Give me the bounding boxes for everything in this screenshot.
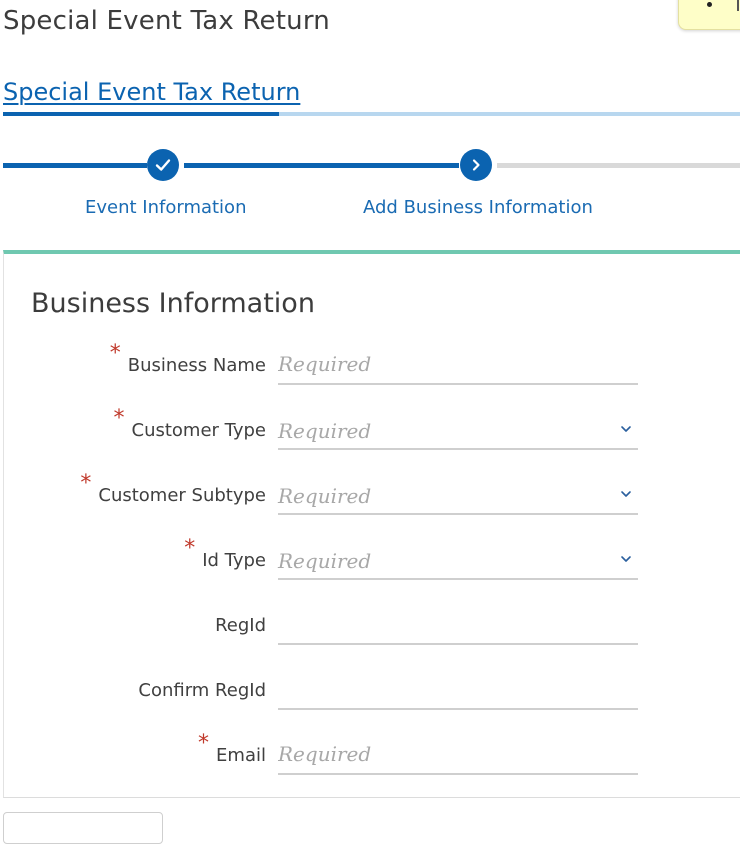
- business-name-input[interactable]: [278, 345, 638, 385]
- chevron-down-icon: [621, 426, 631, 432]
- footer-button[interactable]: [3, 812, 163, 844]
- required-marker: *: [184, 536, 196, 561]
- business-name-row: * Business Name: [0, 341, 740, 399]
- step-2-circle[interactable]: [460, 149, 492, 181]
- text-cursor-icon: [737, 0, 739, 11]
- required-marker: *: [80, 471, 92, 496]
- step-progress-line-pending: [497, 163, 740, 168]
- page-title: Special Event Tax Return: [3, 6, 330, 36]
- id-type-row: * Id Type Required: [0, 536, 740, 594]
- step-1-label[interactable]: Event Information: [85, 197, 246, 218]
- help-popup[interactable]: [678, 0, 740, 30]
- business-name-label: * Business Name: [109, 341, 266, 376]
- customer-type-placeholder: Required: [278, 419, 372, 443]
- customer-type-label: * Customer Type: [113, 406, 267, 441]
- bullet-icon: [707, 2, 712, 7]
- check-icon: [155, 159, 171, 171]
- chevron-down-icon: [621, 491, 631, 497]
- chevron-down-icon: [621, 556, 631, 562]
- confirm-regid-row: Confirm RegId: [0, 670, 740, 724]
- confirm-regid-input[interactable]: [278, 670, 638, 710]
- email-label: * Email: [198, 731, 266, 766]
- email-input[interactable]: [278, 735, 638, 775]
- customer-subtype-select[interactable]: Required: [278, 475, 638, 515]
- required-marker: *: [113, 406, 125, 431]
- email-row: * Email: [0, 731, 740, 789]
- required-marker: *: [109, 341, 121, 366]
- id-type-select[interactable]: Required: [278, 540, 638, 580]
- subnav-tab-special-event-tax-return[interactable]: Special Event Tax Return: [3, 78, 300, 106]
- subnav-active-indicator: [3, 112, 279, 116]
- regid-row: RegId: [0, 605, 740, 659]
- step-2-label[interactable]: Add Business Information: [363, 197, 593, 218]
- step-progress-line-current: [184, 163, 459, 168]
- regid-input[interactable]: [278, 605, 638, 645]
- id-type-label: * Id Type: [184, 536, 266, 571]
- customer-type-row: * Customer Type Required: [0, 406, 740, 464]
- customer-type-select[interactable]: Required: [278, 410, 638, 450]
- confirm-regid-label: Confirm RegId: [138, 680, 266, 701]
- section-title: Business Information: [31, 288, 315, 319]
- chevron-right-icon: [472, 159, 480, 171]
- customer-subtype-row: * Customer Subtype Required: [0, 471, 740, 529]
- required-marker: *: [198, 731, 210, 756]
- step-progress-line-complete: [3, 163, 147, 168]
- step-1-circle[interactable]: [147, 149, 179, 181]
- regid-label: RegId: [215, 615, 266, 636]
- id-type-placeholder: Required: [278, 549, 372, 573]
- customer-subtype-label: * Customer Subtype: [80, 471, 266, 506]
- customer-subtype-placeholder: Required: [278, 484, 372, 508]
